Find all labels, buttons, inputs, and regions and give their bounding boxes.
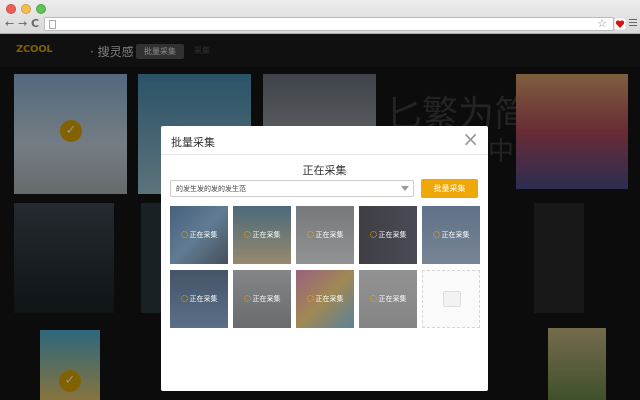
thumb-status: 正在采集 xyxy=(296,230,354,240)
spinner-icon xyxy=(432,231,440,238)
thumbnail[interactable]: 正在采集 xyxy=(422,206,480,264)
thumb-status: 正在采集 xyxy=(233,294,291,304)
minimize-window-button[interactable] xyxy=(21,4,31,14)
batch-collect-dialog: 批量采集 × 正在采集 的发生发的发的发生范 批量采集 正在采集 正在采集 正在… xyxy=(161,126,488,391)
thumb-status: 正在采集 xyxy=(170,294,228,304)
batch-collect-button[interactable]: 批量采集 xyxy=(421,179,478,198)
spinner-icon xyxy=(369,295,377,302)
menu-icon[interactable] xyxy=(629,19,637,28)
chevron-down-icon xyxy=(401,186,409,191)
thumb-status: 正在采集 xyxy=(359,230,417,240)
thumbnail[interactable]: 正在采集 xyxy=(296,270,354,328)
spinner-icon xyxy=(306,295,314,302)
thumb-status: 正在采集 xyxy=(296,294,354,304)
dialog-title: 批量采集 xyxy=(171,136,215,149)
thumbnail[interactable]: 正在采集 xyxy=(170,206,228,264)
window-controls xyxy=(6,4,46,14)
thumbnail[interactable]: 正在采集 xyxy=(359,206,417,264)
spinner-icon xyxy=(306,231,314,238)
forward-icon[interactable]: → xyxy=(18,18,27,29)
thumbnail[interactable]: 正在采集 xyxy=(359,270,417,328)
address-bar[interactable]: ☆ xyxy=(44,17,614,31)
collecting-status: 正在采集 xyxy=(302,164,347,177)
extension-heart-icon[interactable] xyxy=(614,18,626,30)
back-icon[interactable]: ← xyxy=(5,18,14,29)
browser-chrome: ← → C ☆ xyxy=(0,0,640,34)
board-select-value: 的发生发的发的发生范 xyxy=(176,185,246,193)
thumb-status: 正在采集 xyxy=(170,230,228,240)
thumbnail[interactable]: 正在采集 xyxy=(296,206,354,264)
spinner-icon xyxy=(369,231,377,238)
thumbnail[interactable]: 正在采集 xyxy=(233,206,291,264)
maximize-window-button[interactable] xyxy=(36,4,46,14)
page-icon xyxy=(49,20,56,29)
spinner-icon xyxy=(243,295,251,302)
spinner-icon xyxy=(180,231,188,238)
reload-icon[interactable]: C xyxy=(31,18,39,29)
empty-thumbnail-slot xyxy=(422,270,480,328)
thumb-status: 正在采集 xyxy=(233,230,291,240)
thumb-status: 正在采集 xyxy=(422,230,480,240)
thumbnail[interactable]: 正在采集 xyxy=(233,270,291,328)
image-placeholder-icon xyxy=(443,291,461,307)
dialog-header: 批量采集 × xyxy=(161,126,488,155)
thumb-status: 正在采集 xyxy=(359,294,417,304)
close-window-button[interactable] xyxy=(6,4,16,14)
spinner-icon xyxy=(243,231,251,238)
thumbnail-grid: 正在采集 正在采集 正在采集 正在采集 正在采集 正在采集 正在采集 正在采集 … xyxy=(170,206,480,328)
spinner-icon xyxy=(180,295,188,302)
close-icon[interactable]: × xyxy=(462,129,479,149)
star-icon[interactable]: ☆ xyxy=(597,17,607,30)
board-select[interactable]: 的发生发的发的发生范 xyxy=(170,180,414,197)
thumbnail[interactable]: 正在采集 xyxy=(170,270,228,328)
